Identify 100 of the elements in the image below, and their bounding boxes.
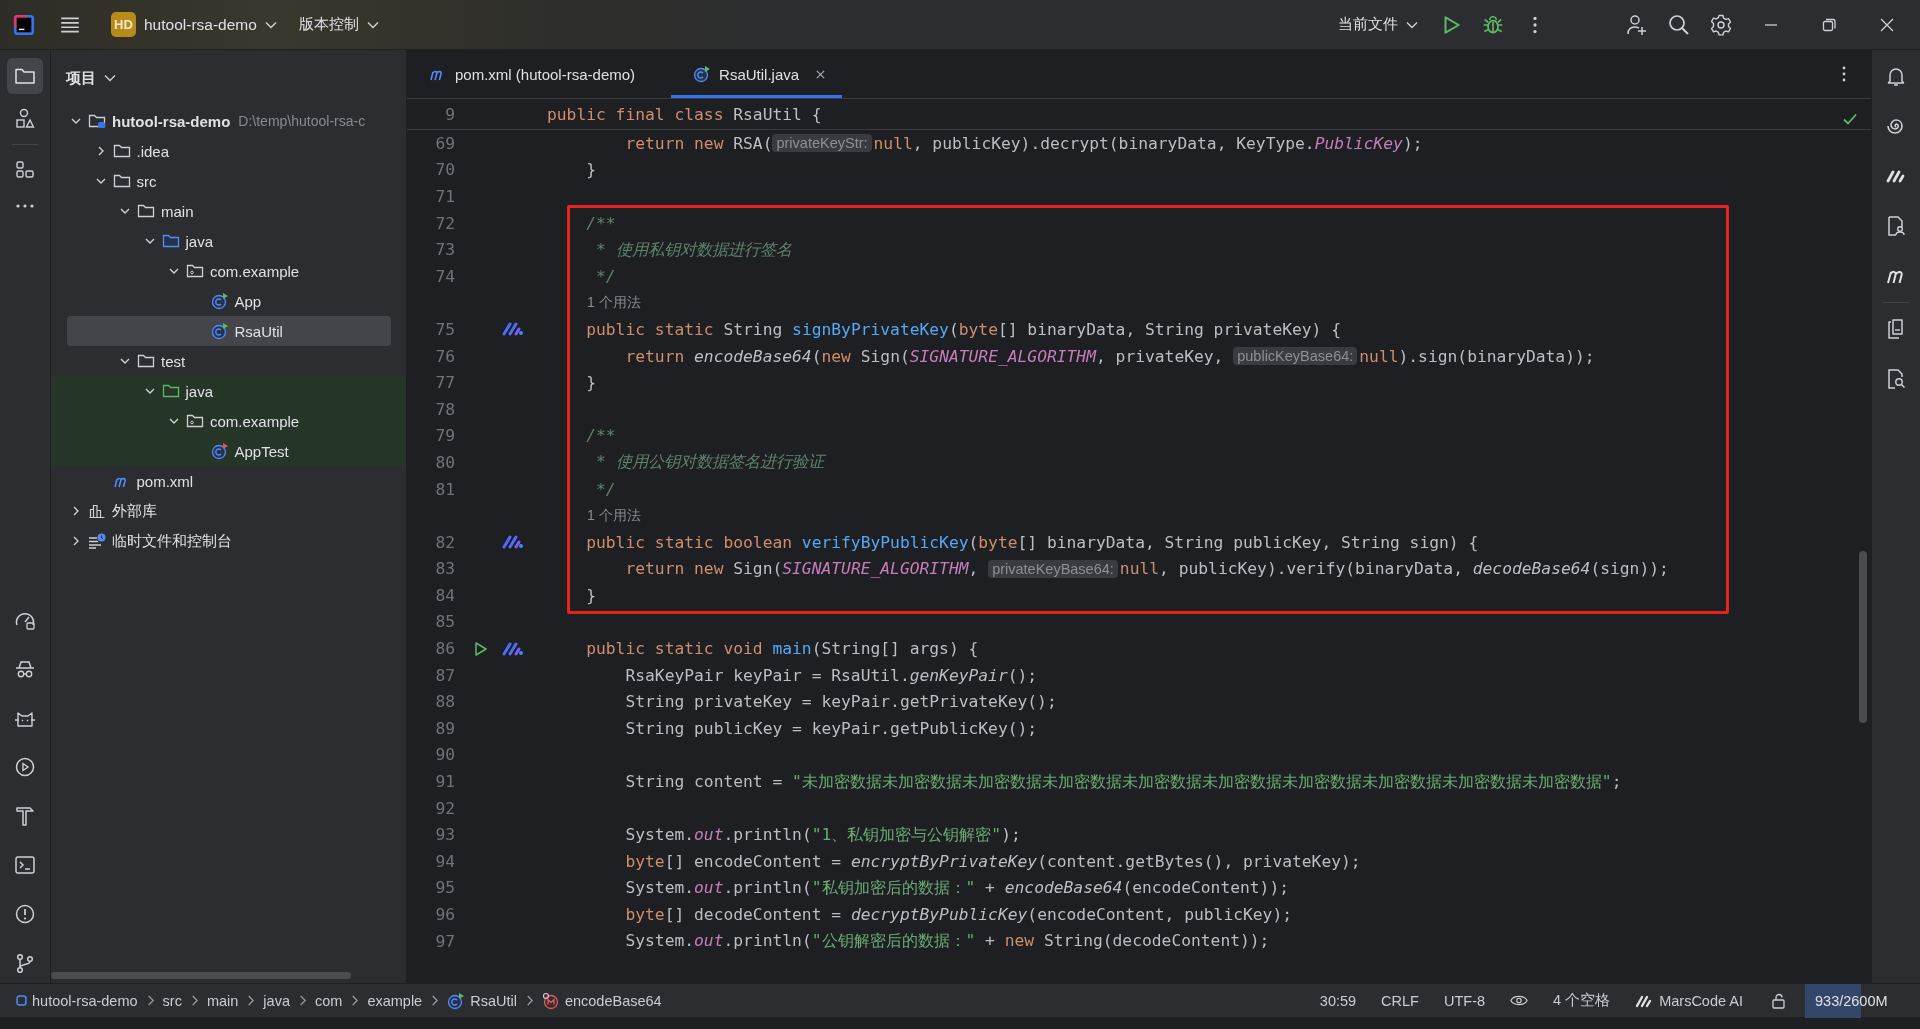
caret-icon	[264, 20, 277, 29]
code-text: return encodeBase64(new Sign(SIGNATURE_ALGORITHM, privateKey,	[624, 346, 1225, 366]
memory-indicator[interactable]: 933/2600M	[1805, 983, 1920, 1018]
horizontal-scrollbar[interactable]	[51, 972, 351, 979]
code-text: }	[585, 585, 596, 605]
breadcrumb[interactable]: main	[206, 992, 239, 1009]
line-number: 73	[434, 240, 456, 260]
settings-icon[interactable]	[1710, 13, 1732, 36]
tree-item[interactable]: hutool-rsa-demo D:\temp\hutool-rsa-c	[67, 106, 391, 136]
notification-bell-icon[interactable]	[1885, 65, 1907, 87]
tree-item[interactable]: java	[67, 226, 391, 256]
line-number: 94	[434, 851, 456, 871]
incognito-icon[interactable]	[14, 658, 36, 680]
project-badge: HD	[111, 12, 136, 37]
line-number: 90	[434, 745, 456, 765]
tree-item[interactable]: com.example	[67, 256, 391, 286]
vcs-menu[interactable]: 版本控制	[298, 15, 379, 34]
code-text: byte[] encodeContent = encryptByPrivateKey(content.getBytes(), privateKey);	[624, 851, 1361, 871]
file-encoding[interactable]: UTF-8	[1444, 992, 1486, 1009]
editor-tab[interactable]: pom.xml (hutool-rsa-demo)	[407, 50, 652, 98]
folder-icon	[161, 382, 180, 400]
breadcrumb[interactable]: example	[367, 992, 423, 1009]
run-icon[interactable]	[472, 640, 488, 657]
parameter-hint: publicKeyBase64:	[1233, 347, 1358, 366]
tree-item[interactable]: RsaUtil	[67, 316, 391, 346]
line-number: 71	[434, 187, 456, 206]
class-icon	[693, 65, 712, 83]
indent-setting[interactable]: 4 个空格	[1553, 991, 1611, 1010]
vertical-scrollbar[interactable]	[1859, 551, 1867, 723]
tree-item[interactable]: 外部库	[67, 496, 391, 526]
tree-item[interactable]: 临时文件和控制台	[67, 526, 391, 556]
code-text: public static void main(String[] args) {	[585, 639, 979, 659]
project-selector[interactable]: HD hutool-rsa-demo	[111, 12, 277, 37]
build-icon[interactable]	[14, 805, 36, 827]
usage-link[interactable]: 1 个用法	[547, 506, 641, 525]
breadcrumb[interactable]: hutool-rsa-demo	[16, 992, 138, 1009]
folder-icon	[137, 202, 155, 220]
close-icon[interactable]	[815, 68, 827, 80]
tree-item[interactable]: com.example	[67, 406, 391, 436]
line-number: 82	[434, 532, 456, 552]
breadcrumb[interactable]: com	[314, 992, 343, 1009]
tree-item[interactable]: pom.xml	[67, 466, 391, 496]
parameter-hint: privateKeyBase64:	[988, 559, 1118, 578]
editor-tab[interactable]: RsaUtil.java	[671, 50, 843, 98]
code-text: */	[595, 479, 616, 499]
breadcrumb[interactable]: encodeBase64	[541, 991, 662, 1010]
line-number: 70	[434, 160, 456, 180]
line-number: 88	[434, 692, 456, 712]
tree-item[interactable]: AppTest	[67, 436, 391, 466]
tree-item[interactable]: App	[67, 286, 391, 316]
chevron-right-icon	[524, 994, 534, 1007]
breadcrumb[interactable]: RsaUtil	[447, 991, 517, 1010]
ai-assistant-status[interactable]: MarsCode AI	[1635, 991, 1743, 1010]
chevron-right-icon	[430, 994, 440, 1007]
code-text: System.out.println("私钥加密后的数据：" + encodeBase64(encodeContent));	[624, 876, 1289, 899]
caret-position[interactable]: 30:59	[1319, 992, 1357, 1009]
tree-item[interactable]: test	[67, 346, 391, 376]
document-user-icon[interactable]	[1885, 215, 1907, 237]
class-icon	[210, 322, 229, 340]
problems-icon[interactable]	[14, 903, 36, 925]
line-number: 74	[434, 266, 456, 286]
document-search-icon[interactable]	[1885, 368, 1907, 390]
project-view-menu[interactable]: 项目	[66, 68, 116, 88]
search-icon[interactable]	[1668, 13, 1690, 36]
folder-icon	[88, 112, 106, 130]
debug-icon[interactable]	[1482, 13, 1504, 36]
git-branch-icon[interactable]	[14, 952, 36, 974]
project-tool-button[interactable]	[7, 58, 43, 94]
line-number: 79	[434, 426, 456, 446]
services-icon[interactable]	[14, 756, 36, 778]
tree-item[interactable]: src	[67, 166, 391, 196]
package-icon	[186, 262, 204, 280]
code-text: null, publicKey).verify(binaryData, decodeBase64(sign));	[1119, 559, 1669, 579]
breadcrumb[interactable]: java	[263, 992, 290, 1009]
line-number: 84	[434, 585, 456, 605]
line-number: 85	[434, 612, 456, 632]
run-configuration-menu[interactable]: 当前文件	[1338, 15, 1418, 34]
code-text: return new RSA(	[624, 133, 773, 153]
line-number: 77	[434, 373, 456, 393]
eye-icon[interactable]	[1510, 994, 1529, 1007]
code-text: }	[585, 373, 596, 393]
line-separator[interactable]: CRLF	[1381, 992, 1419, 1009]
chevron-right-icon	[145, 994, 155, 1007]
code-text: public static boolean verifyByPublicKey(byte[] binaryData, String publicKey, String sign) {	[585, 532, 1479, 552]
tree-item[interactable]: java	[67, 376, 391, 406]
lock-icon[interactable]	[1771, 992, 1787, 1009]
usage-link[interactable]: 1 个用法	[547, 293, 641, 312]
line-number: 83	[434, 559, 456, 579]
tree-item[interactable]: main	[67, 196, 391, 226]
tree-item[interactable]: .idea	[67, 136, 391, 166]
chevron-right-icon	[189, 994, 199, 1007]
breadcrumb[interactable]: src	[162, 992, 182, 1009]
code-text: public static String signByPrivateKey(byte[] binaryData, String privateKey) {	[585, 319, 1342, 339]
add-user-icon[interactable]	[1626, 13, 1648, 36]
structure-icon[interactable]	[14, 108, 36, 130]
plugins-icon[interactable]	[14, 159, 36, 181]
package-icon	[186, 412, 204, 430]
checkmark-icon[interactable]	[1842, 111, 1858, 127]
terminal-icon[interactable]	[14, 854, 36, 876]
app-logo-icon[interactable]	[13, 13, 35, 36]
